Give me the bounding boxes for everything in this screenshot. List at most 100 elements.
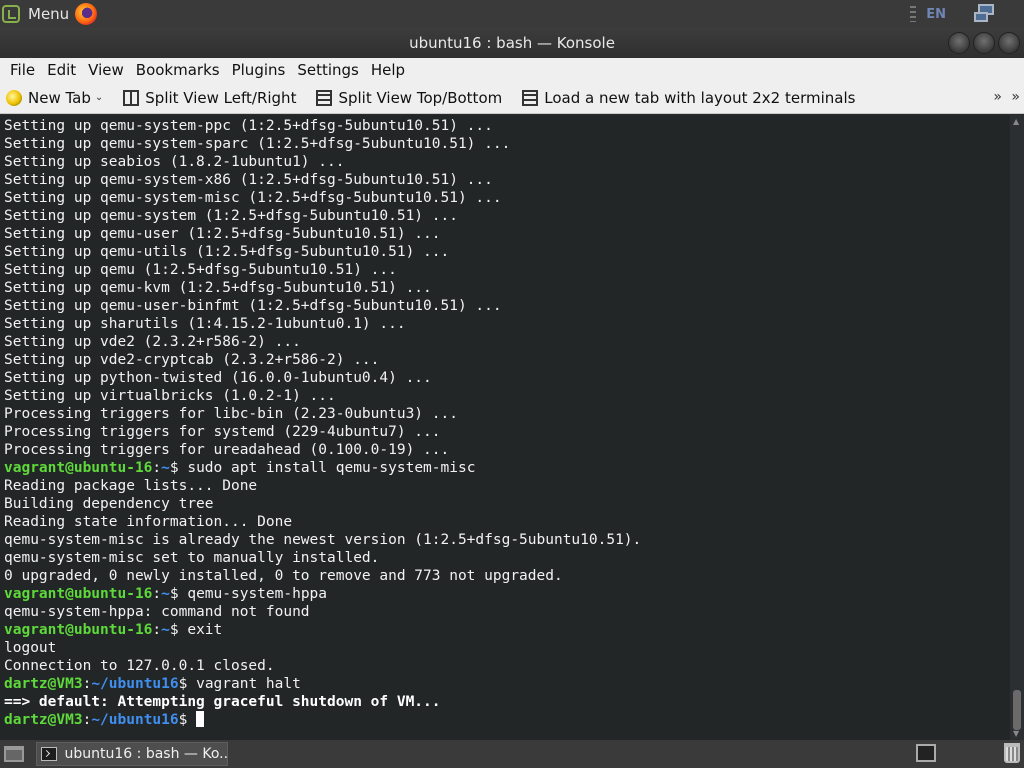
terminal-line: Setting up qemu-user-binfmt (1:2.5+dfsg-… <box>4 297 1010 315</box>
scrollbar-thumb[interactable] <box>1013 690 1021 730</box>
menu-help[interactable]: Help <box>365 61 411 79</box>
terminal-line: Setting up vde2-cryptcab (2.3.2+r586-2) … <box>4 351 1010 369</box>
menubar: File Edit View Bookmarks Plugins Setting… <box>0 58 1024 82</box>
menu-file[interactable]: File <box>4 61 41 79</box>
terminal-text: Setting up python-twisted (16.0.0-1ubunt… <box>4 370 432 386</box>
terminal-text: qemu-system-misc is already the newest v… <box>4 532 642 548</box>
close-button[interactable] <box>998 32 1020 54</box>
terminal-line: ==> default: Attempting graceful shutdow… <box>4 693 1010 711</box>
menu-bookmarks[interactable]: Bookmarks <box>130 61 226 79</box>
terminal-output[interactable]: Setting up qemu-system-ppc (1:2.5+dfsg-5… <box>0 115 1010 740</box>
terminal-text: vagrant halt <box>196 676 301 692</box>
terminal-line: Setting up seabios (1.8.2-1ubuntu1) ... <box>4 153 1010 171</box>
terminal-line: Setting up qemu-system-ppc (1:2.5+dfsg-5… <box>4 117 1010 135</box>
menu-edit[interactable]: Edit <box>41 61 82 79</box>
system-tray: EN <box>910 0 1024 28</box>
terminal-line: Setting up qemu (1:2.5+dfsg-5ubuntu10.51… <box>4 261 1010 279</box>
terminal-text: Setting up qemu-utils (1:2.5+dfsg-5ubunt… <box>4 244 450 260</box>
terminal-text: Setting up qemu-system-sparc (1:2.5+dfsg… <box>4 136 511 152</box>
terminal-text: logout <box>4 640 57 656</box>
terminal-text: Building dependency tree <box>4 496 214 512</box>
menu-settings[interactable]: Settings <box>291 61 365 79</box>
terminal-text: Reading state information... Done <box>4 514 293 530</box>
terminal-line: dartz@VM3:~/ubuntu16$ <box>4 711 1010 729</box>
terminal-text: qemu-system-hppa <box>187 586 328 602</box>
terminal-text: sudo apt install qemu-system-misc <box>187 460 476 476</box>
main-toolbar: New Tab ⌄ Split View Left/Right Split Vi… <box>0 82 1024 114</box>
terminal-text: Setting up seabios (1.8.2-1ubuntu1) ... <box>4 154 345 170</box>
prompt-path: ~ <box>161 586 170 602</box>
terminal-line: Processing triggers for libc-bin (2.23-0… <box>4 405 1010 423</box>
terminal-line: Reading state information... Done <box>4 513 1010 531</box>
terminal-text: Processing triggers for libc-bin (2.23-0… <box>4 406 458 422</box>
terminal-line: Setting up qemu-user (1:2.5+dfsg-5ubuntu… <box>4 225 1010 243</box>
start-menu-button[interactable]: Menu <box>0 0 103 28</box>
new-tab-button[interactable]: New Tab ⌄ <box>6 89 103 107</box>
new-tab-icon <box>6 89 22 106</box>
prompt-symbol: $ <box>169 622 188 638</box>
terminal-text: Reading package lists... Done <box>4 478 258 494</box>
terminal-cursor <box>196 711 205 727</box>
terminal-text: exit <box>187 622 223 638</box>
window-titlebar[interactable]: ubuntu16 : bash — Konsole <box>0 28 1024 58</box>
layout-icon <box>522 89 539 106</box>
split-left-right-icon <box>123 89 140 106</box>
terminal-text: Setting up vde2-cryptcab (2.3.2+r586-2) … <box>4 352 380 368</box>
terminal-line: Setting up vde2 (2.3.2+r586-2) ... <box>4 333 1010 351</box>
terminal-text: Setting up qemu-system (1:2.5+dfsg-5ubun… <box>4 208 458 224</box>
bottom-taskbar: ubuntu16 : bash — Ko... <box>0 740 1024 768</box>
terminal-line: Connection to 127.0.0.1 closed. <box>4 657 1010 675</box>
load-layout-button[interactable]: Load a new tab with layout 2x2 terminals <box>522 89 855 107</box>
prompt-path: ~ <box>161 460 170 476</box>
scroll-up-icon[interactable]: ▲ <box>1013 117 1019 126</box>
keyboard-layout-indicator[interactable]: EN <box>926 7 946 22</box>
terminal-line: Processing triggers for ureadahead (0.10… <box>4 441 1010 459</box>
terminal-text: qemu-system-hppa: command not found <box>4 604 310 620</box>
split-left-right-label: Split View Left/Right <box>145 88 297 107</box>
terminal-line: qemu-system-misc set to manually install… <box>4 549 1010 567</box>
terminal-text: Setting up qemu-system-x86 (1:2.5+dfsg-5… <box>4 172 493 188</box>
terminal-scrollbar[interactable]: ▲ ▼ <box>1010 115 1024 740</box>
prompt-user: dartz@VM3 <box>4 712 83 728</box>
network-icon[interactable] <box>974 4 998 24</box>
split-top-bottom-label: Split View Top/Bottom <box>338 88 503 107</box>
chevron-down-icon[interactable]: ⌄ <box>95 92 103 103</box>
terminal-line: Setting up python-twisted (16.0.0-1ubunt… <box>4 369 1010 387</box>
terminal-text: Setting up qemu-system-misc (1:2.5+dfsg-… <box>4 190 502 206</box>
terminal-line: Setting up qemu-system (1:2.5+dfsg-5ubun… <box>4 207 1010 225</box>
terminal-line: qemu-system-misc is already the newest v… <box>4 531 1010 549</box>
minimize-button[interactable] <box>948 32 970 54</box>
terminal-line: 0 upgraded, 0 newly installed, 0 to remo… <box>4 567 1010 585</box>
prompt-symbol: $ <box>169 586 188 602</box>
taskbar-konsole-item[interactable]: ubuntu16 : bash — Ko... <box>36 742 228 766</box>
split-view-left-right-button[interactable]: Split View Left/Right <box>123 89 296 107</box>
show-desktop-icon[interactable] <box>4 746 24 762</box>
prompt-symbol: $ <box>178 712 197 728</box>
firefox-icon[interactable] <box>75 3 98 25</box>
menubar-overflow-button[interactable]: » <box>1011 89 1020 105</box>
terminal-text: Setting up qemu (1:2.5+dfsg-5ubuntu10.51… <box>4 262 397 278</box>
prompt-user: vagrant@ubuntu-16 <box>4 622 153 638</box>
menu-view[interactable]: View <box>82 61 130 79</box>
split-view-top-bottom-button[interactable]: Split View Top/Bottom <box>316 89 502 107</box>
toolbar-overflow-button[interactable]: » <box>993 89 1002 105</box>
load-layout-label: Load a new tab with layout 2x2 terminals <box>544 88 856 107</box>
terminal-text: 0 upgraded, 0 newly installed, 0 to remo… <box>4 568 563 584</box>
terminal-line: logout <box>4 639 1010 657</box>
terminal-line: Setting up qemu-system-misc (1:2.5+dfsg-… <box>4 189 1010 207</box>
terminal-text: Processing triggers for systemd (229-4ub… <box>4 424 441 440</box>
scroll-down-icon[interactable]: ▼ <box>1013 729 1019 738</box>
terminal-line: Building dependency tree <box>4 495 1010 513</box>
terminal-text: Setting up qemu-user-binfmt (1:2.5+dfsg-… <box>4 298 502 314</box>
terminal-line: vagrant@ubuntu-16:~$ exit <box>4 622 223 638</box>
maximize-button[interactable] <box>973 32 995 54</box>
terminal-text: Setting up virtualbricks (1.0.2-1) ... <box>4 388 336 404</box>
menu-plugins[interactable]: Plugins <box>226 61 292 79</box>
trash-icon[interactable] <box>1004 743 1020 763</box>
workspace-switcher-icon[interactable] <box>916 744 936 762</box>
terminal-line: Setting up qemu-utils (1:2.5+dfsg-5ubunt… <box>4 243 1010 261</box>
status-message: ==> default: Attempting graceful shutdow… <box>4 694 441 710</box>
prompt-symbol: $ <box>178 676 197 692</box>
terminal-line: Setting up sharutils (1:4.15.2-1ubuntu0.… <box>4 315 1010 333</box>
terminal-line: Setting up qemu-system-x86 (1:2.5+dfsg-5… <box>4 171 1010 189</box>
